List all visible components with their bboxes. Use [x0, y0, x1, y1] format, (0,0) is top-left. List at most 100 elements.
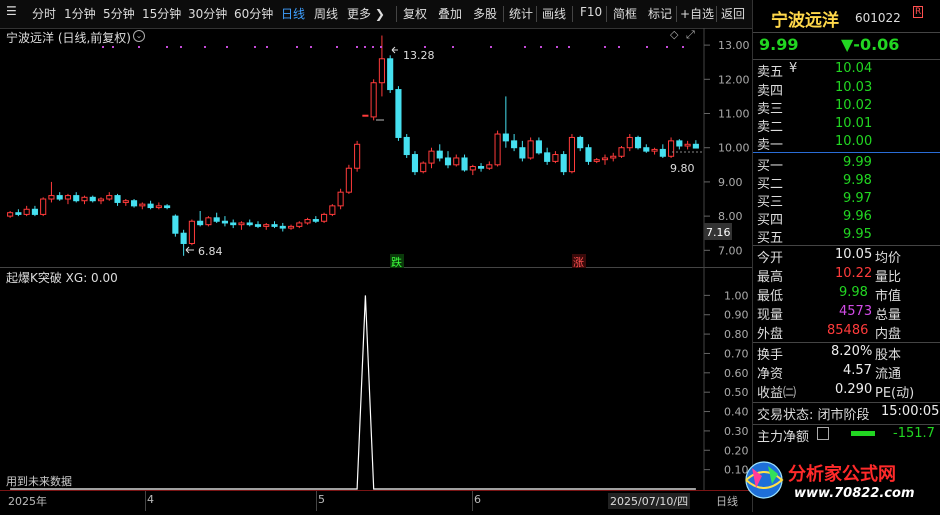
stat-outer-row: 外盘 85486 内盘 — [757, 323, 902, 342]
candle-body — [263, 224, 270, 227]
candle-body — [659, 148, 666, 157]
signal-dot — [266, 46, 268, 48]
tab-daily[interactable]: 日线 — [281, 5, 305, 22]
candle-body — [213, 217, 220, 222]
ind-y-tick-label: 0.50 — [724, 386, 749, 399]
signal-dot — [372, 46, 374, 48]
buy1-row[interactable]: 买一 9.99 — [753, 155, 940, 174]
sell4-row[interactable]: 卖四 10.03 — [753, 80, 940, 99]
buy3-row[interactable]: 买三 9.97 — [753, 191, 940, 210]
x-label-year: 2025年 — [8, 495, 47, 508]
stats-button[interactable]: 统计 — [509, 5, 533, 22]
sell2-row[interactable]: 卖二 10.01 — [753, 116, 940, 135]
candle-body — [552, 154, 559, 162]
multi-stock-button[interactable]: 多股 — [473, 5, 497, 22]
indicator-chart[interactable]: 1.000.900.800.700.600.500.400.300.200.10 — [0, 268, 752, 490]
signal-dot — [452, 46, 454, 48]
indicator-panel[interactable]: 1.00 0.90 0.80 0.70 0.60 0.50 0.40 0.30 0.20 0.10… — [0, 268, 752, 490]
detail-icon[interactable] — [817, 427, 829, 440]
candle-body — [626, 136, 633, 149]
candle-body — [494, 133, 501, 166]
signal-dot — [226, 46, 228, 48]
candle-body — [428, 150, 435, 164]
candle-body — [188, 220, 195, 244]
list-icon[interactable]: ☰ — [6, 4, 17, 18]
candle-body — [312, 219, 319, 222]
candle-body — [15, 212, 22, 215]
y-tick-label: 12.00 — [718, 73, 750, 86]
candle-body — [618, 147, 625, 157]
back-button[interactable]: 返回 — [721, 5, 745, 22]
candle-body — [403, 136, 410, 156]
candle-body — [304, 219, 311, 224]
high-price-label: 13.28 — [403, 49, 435, 62]
candle-body — [271, 224, 278, 227]
overlay-button[interactable]: 叠加 — [438, 5, 462, 22]
diamond-icon[interactable]: ◇ — [670, 28, 678, 41]
candle-body — [354, 143, 361, 169]
expand-icon[interactable]: ⤢ — [686, 28, 695, 42]
tab-fenshi[interactable]: 分时 — [32, 5, 56, 22]
x-label-april: 4 — [147, 493, 154, 506]
signal-dot — [604, 46, 606, 48]
candle-body — [577, 136, 584, 149]
candle-body — [593, 159, 600, 162]
candle-body — [56, 195, 63, 200]
down-marker-label: 跌 — [391, 255, 402, 268]
sell3-row[interactable]: 卖三 10.02 — [753, 98, 940, 117]
signal-dot — [524, 46, 526, 48]
y-tick-label: 9.00 — [718, 176, 743, 189]
sell5-row[interactable]: 卖五 ¥10.04 — [753, 61, 940, 80]
stat-low-row: 最低 9.98 市值 — [757, 285, 902, 304]
buy2-row[interactable]: 买二 9.98 — [753, 173, 940, 192]
stat-netasset-row: 净资 4.57 流通 — [757, 363, 902, 382]
fuquan-button[interactable]: 复权 — [403, 5, 427, 22]
candle-body — [395, 89, 402, 138]
more-dropdown[interactable]: 更多 ❯ — [347, 5, 385, 22]
tab-5min[interactable]: 5分钟 — [103, 5, 135, 22]
candle-body — [279, 225, 286, 229]
y-tick-label: 13.00 — [718, 39, 750, 52]
candle-body — [370, 82, 377, 118]
tab-weekly[interactable]: 周线 — [314, 5, 338, 22]
buy5-row[interactable]: 买五 9.95 — [753, 227, 940, 246]
candle-body — [345, 167, 352, 193]
candle-body — [544, 152, 551, 162]
candle-body — [634, 136, 642, 149]
stat-open-row: 今开 10.05 均价 — [757, 247, 902, 266]
y-tick-label: 7.00 — [718, 244, 743, 257]
candle-body — [64, 195, 72, 200]
candle-body — [469, 166, 476, 171]
kline-panel[interactable]: 13.00 12.00 11.00 10.00 9.00 8.00 7.00 13.28 6… — [0, 28, 752, 269]
tab-15min[interactable]: 15分钟 — [142, 5, 181, 22]
candle-body — [502, 133, 509, 142]
simple-frame-button[interactable]: 简框 — [613, 5, 637, 22]
signal-dot — [166, 46, 168, 48]
mark-button[interactable]: 标记 — [648, 5, 672, 22]
kline-chart[interactable]: 13.00 12.00 11.00 10.00 9.00 8.00 7.00 13.28 6… — [0, 28, 752, 269]
add-watchlist-button[interactable]: +自选 — [680, 5, 714, 22]
cursor-date: 2025/07/10/四 — [608, 493, 691, 509]
candle-body — [180, 232, 187, 244]
candle-body — [81, 196, 88, 202]
buy4-row[interactable]: 买四 9.96 — [753, 209, 940, 228]
draw-line-button[interactable]: 画线 — [542, 5, 566, 22]
tab-30min[interactable]: 30分钟 — [188, 5, 227, 22]
stat-eps-row: 收益㈡ 0.290 PE(动) — [757, 382, 915, 401]
candle-body — [420, 162, 427, 173]
candle-body — [362, 114, 369, 117]
tab-1min[interactable]: 1分钟 — [64, 5, 96, 22]
f10-button[interactable]: F10 — [580, 5, 602, 19]
candle-body — [676, 140, 683, 147]
candle-body — [337, 191, 344, 207]
stock-code: 601022 — [855, 11, 901, 25]
indicator-title: 起爆K突破 XG: 0.00 — [6, 271, 118, 285]
sell1-row[interactable]: 卖一 10.00 — [753, 134, 940, 153]
candle-body — [668, 140, 675, 157]
signal-dot — [618, 46, 620, 48]
tab-60min[interactable]: 60分钟 — [234, 5, 273, 22]
chevron-down-icon[interactable]: ⌄ — [133, 30, 145, 42]
chart-title: 宁波远洋 (日线,前复权) — [6, 31, 131, 45]
candle-body — [147, 203, 154, 209]
candle-body — [453, 157, 460, 166]
